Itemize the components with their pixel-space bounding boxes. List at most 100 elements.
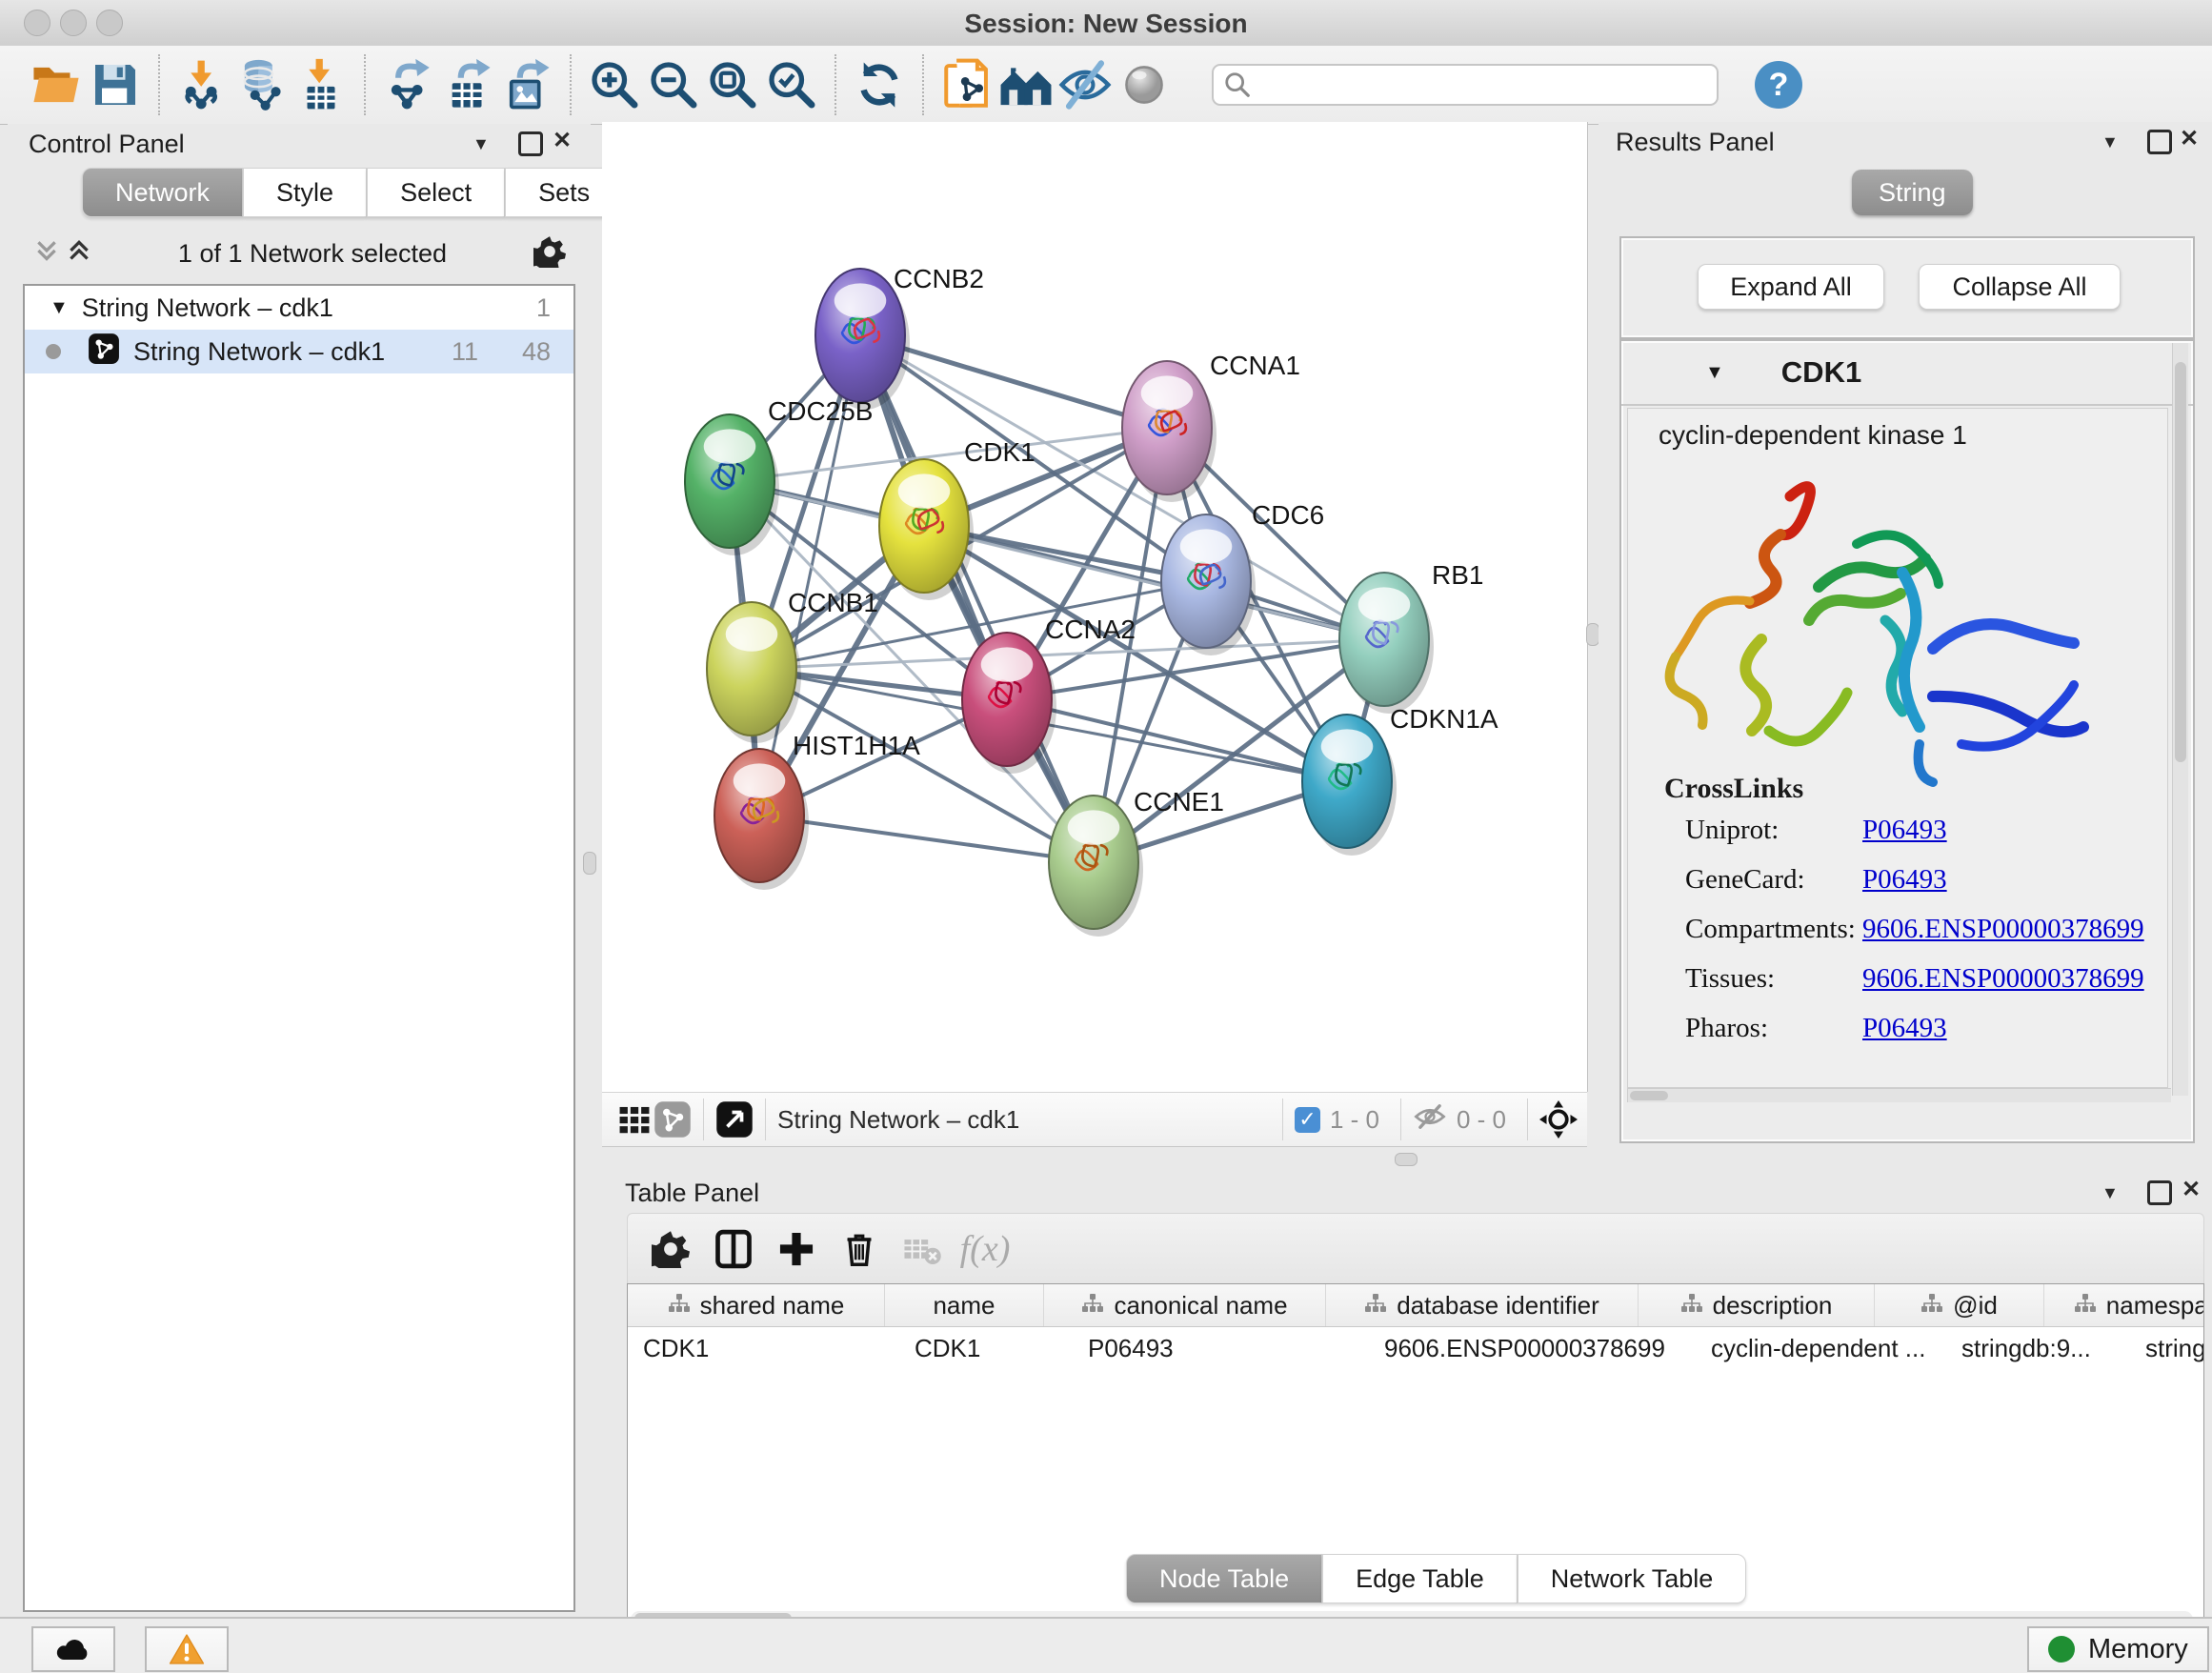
network-collection-row[interactable]: ▼ String Network – cdk1 1	[25, 286, 573, 330]
expand-all-networks-icon[interactable]	[67, 238, 91, 270]
delete-table-icon[interactable]	[891, 1220, 954, 1278]
table-header-description[interactable]: description	[1639, 1284, 1875, 1326]
panel-menu-icon[interactable]: ▼	[2101, 133, 2119, 151]
help-icon[interactable]: ?	[1755, 61, 1802, 109]
open-folder-icon[interactable]	[27, 55, 86, 114]
right-splitter-handle[interactable]	[1586, 623, 1599, 646]
network-node-cdc6[interactable]: CDC6	[1161, 500, 1324, 655]
toolbar-separator	[364, 54, 366, 115]
network-edge-hist1h1a-ccne1[interactable]	[759, 816, 1094, 862]
table-cell[interactable]: CDK1	[899, 1327, 1073, 1369]
results-vertical-scrollbar[interactable]	[2172, 343, 2188, 1096]
tab-network[interactable]: Network	[82, 168, 243, 217]
collapse-all-networks-icon[interactable]	[34, 238, 59, 270]
crosslink-link[interactable]: P06493	[1862, 815, 1947, 846]
table-cell[interactable]: stringdb	[2130, 1327, 2204, 1369]
tab-select[interactable]: Select	[367, 168, 505, 217]
duplicate-network-icon[interactable]	[937, 55, 996, 114]
first-neighbors-icon[interactable]	[996, 55, 1056, 114]
panel-float-icon[interactable]	[2147, 1180, 2172, 1205]
show-columns-icon[interactable]	[702, 1220, 765, 1278]
export-image-icon[interactable]	[497, 55, 556, 114]
grid-view-icon[interactable]	[615, 1100, 654, 1139]
export-table-icon[interactable]	[438, 55, 497, 114]
table-header-canonical-name[interactable]: canonical name	[1044, 1284, 1326, 1326]
panel-close-icon[interactable]: ✕	[2180, 128, 2199, 151]
tab-style[interactable]: Style	[243, 168, 367, 217]
tree-expander-icon[interactable]: ▼	[50, 297, 69, 319]
warning-icon[interactable]	[145, 1626, 229, 1672]
table-cell[interactable]: stringdb:9...	[1946, 1327, 2130, 1369]
network-node-cdkn1a[interactable]: CDKN1A	[1302, 704, 1498, 856]
network-node-ccnb2[interactable]: CCNB2	[815, 264, 984, 410]
shared-column-icon	[1081, 1291, 1104, 1320]
network-canvas[interactable]: CCNB2CCNA1CDC25BCDK1CDC6RB1CCNB1CCNA2CDK…	[602, 122, 1588, 1092]
import-network-icon[interactable]	[173, 55, 232, 114]
crosslink-link[interactable]: P06493	[1862, 864, 1947, 896]
network-share-view-icon[interactable]	[654, 1100, 692, 1139]
detach-view-icon[interactable]	[715, 1100, 754, 1139]
collapse-all-button[interactable]: Collapse All	[1919, 264, 2121, 310]
left-splitter-handle[interactable]	[583, 852, 596, 875]
table-header-id[interactable]: @id	[1875, 1284, 2044, 1326]
section-expander-icon[interactable]: ▼	[1705, 362, 1724, 384]
function-builder-icon[interactable]: f(x)	[954, 1220, 1016, 1278]
network-node-ccna1[interactable]: CCNA1	[1122, 351, 1300, 502]
table-settings-icon[interactable]	[639, 1220, 702, 1278]
delete-column-icon[interactable]	[828, 1220, 891, 1278]
cloud-icon[interactable]	[31, 1626, 115, 1672]
panel-float-icon[interactable]	[2147, 130, 2172, 154]
network-node-rb1[interactable]: RB1	[1339, 560, 1483, 714]
tab-network-table[interactable]: Network Table	[1518, 1554, 1747, 1603]
tab-string[interactable]: String	[1852, 170, 1973, 215]
table-cell[interactable]: cyclin-dependent ...	[1696, 1327, 1946, 1369]
network-node-ccna2[interactable]: CCNA2	[962, 615, 1136, 774]
results-horizontal-scrollbar[interactable]	[1627, 1088, 2171, 1102]
panel-close-icon[interactable]: ✕	[553, 130, 572, 152]
network-options-gear-icon[interactable]	[533, 235, 566, 272]
zoom-selected-icon[interactable]	[762, 55, 821, 114]
bottom-splitter-handle[interactable]	[1395, 1153, 1418, 1166]
network-row[interactable]: String Network – cdk1 11 48	[25, 330, 573, 373]
import-table-icon[interactable]	[292, 55, 351, 114]
network-node-ccne1[interactable]: CCNE1	[1049, 787, 1224, 937]
table-header-database-identifier[interactable]: database identifier	[1326, 1284, 1639, 1326]
selected-nodes-checkbox[interactable]: ✓	[1295, 1107, 1320, 1133]
gene-section-header[interactable]: ▼ CDK1	[1621, 341, 2193, 406]
show-all-icon[interactable]	[1115, 55, 1174, 114]
table-cell[interactable]: P06493	[1073, 1327, 1369, 1369]
panel-menu-icon[interactable]: ▼	[473, 135, 490, 152]
crosslink-link[interactable]: 9606.ENSP00000378699	[1862, 914, 2144, 945]
table-header-shared-name[interactable]: shared name	[628, 1284, 885, 1326]
refresh-icon[interactable]	[850, 55, 909, 114]
network-view-toolbar: String Network – cdk1 ✓ 1 - 0 0 - 0	[602, 1092, 1587, 1147]
table-cell[interactable]: 9606.ENSP00000378699	[1369, 1327, 1696, 1369]
network-edge-ccnb2-ccne1[interactable]	[860, 335, 1094, 862]
birds-eye-view-icon[interactable]	[1539, 1100, 1578, 1139]
save-icon[interactable]	[86, 55, 145, 114]
table-header-name[interactable]: name	[885, 1284, 1044, 1326]
hidden-eye-slash-icon[interactable]	[1413, 1099, 1447, 1140]
status-bar: Memory	[0, 1617, 2212, 1673]
expand-all-button[interactable]: Expand All	[1698, 264, 1884, 310]
panel-close-icon[interactable]: ✕	[2182, 1179, 2201, 1201]
hide-selected-icon[interactable]	[1056, 55, 1115, 114]
search-input[interactable]	[1212, 64, 1719, 106]
tab-node-table[interactable]: Node Table	[1126, 1554, 1322, 1603]
memory-button[interactable]: Memory	[2027, 1626, 2209, 1672]
export-network-icon[interactable]	[379, 55, 438, 114]
table-header-namespace[interactable]: namespace	[2044, 1284, 2204, 1326]
table-cell[interactable]: CDK1	[628, 1327, 899, 1369]
zoom-out-icon[interactable]	[644, 55, 703, 114]
panel-float-icon[interactable]	[518, 131, 543, 156]
crosslink-link[interactable]: P06493	[1862, 1013, 1947, 1044]
table-row[interactable]: CDK1CDK1P064939606.ENSP00000378699cyclin…	[628, 1327, 2203, 1369]
import-database-icon[interactable]	[232, 55, 292, 114]
crosslink-link[interactable]: 9606.ENSP00000378699	[1862, 963, 2144, 995]
add-column-icon[interactable]	[765, 1220, 828, 1278]
panel-menu-icon[interactable]: ▼	[2101, 1184, 2119, 1201]
network-node-hist1h1a[interactable]: HIST1H1A	[714, 731, 920, 890]
tab-edge-table[interactable]: Edge Table	[1322, 1554, 1518, 1603]
zoom-fit-icon[interactable]	[703, 55, 762, 114]
zoom-in-icon[interactable]	[585, 55, 644, 114]
